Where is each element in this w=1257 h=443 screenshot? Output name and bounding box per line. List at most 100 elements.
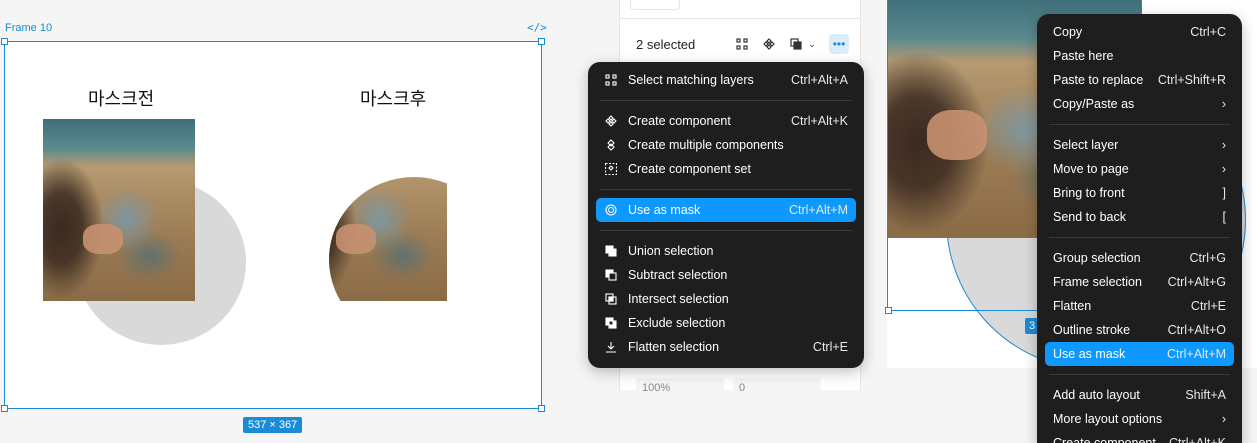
menu-item-label: Paste here (1053, 49, 1114, 63)
menu-item-label: Copy/Paste as (1053, 97, 1135, 111)
menu-separator (1049, 237, 1230, 238)
component-set-icon (604, 162, 618, 176)
menu-item-paste-to-replace[interactable]: Paste to replace Ctrl+Shift+R (1045, 68, 1234, 92)
frame-10[interactable]: 마스크전 마스크후 (4, 41, 542, 409)
menu-item-label: Select layer (1053, 138, 1119, 152)
context-menu-canvas: Copy Ctrl+C Paste here Paste to replace Ctrl… (1037, 14, 1242, 443)
menu-item-label: Bring to front (1053, 186, 1125, 200)
component-icon[interactable] (759, 34, 779, 54)
menu-item-add-auto-layout[interactable]: Add auto layout Shift+A (1045, 383, 1234, 407)
menu-item-select-layer[interactable]: Select layer › (1045, 133, 1234, 157)
menu-item-select-matching-layers[interactable]: Select matching layers Ctrl+Alt+A (596, 68, 856, 92)
menu-item-group-selection[interactable]: Group selection Ctrl+G (1045, 246, 1234, 270)
menu-item-use-as-mask[interactable]: Use as mask Ctrl+Alt+M (1045, 342, 1234, 366)
panel-top-chip[interactable] (630, 0, 680, 10)
hand-shape (336, 224, 376, 254)
menu-item-exclude-selection[interactable]: Exclude selection (596, 311, 856, 335)
menu-item-shortcut: Ctrl+Alt+K (791, 114, 848, 128)
menu-item-label: Flatten (1053, 299, 1092, 313)
menu-item-paste-here[interactable]: Paste here (1045, 44, 1234, 68)
menu-item-bring-to-front[interactable]: Bring to front] (1045, 181, 1234, 205)
menu-item-use-as-mask[interactable]: Use as mask Ctrl+Alt+M (596, 198, 856, 222)
menu-item-label: More layout options (1053, 412, 1163, 426)
menu-item-shortcut: Ctrl+G (1189, 251, 1226, 265)
menu-item-shortcut: Ctrl+C (1190, 25, 1226, 39)
frame-edge (887, 0, 888, 310)
menu-separator (600, 230, 852, 231)
menu-item-label: Outline stroke (1053, 323, 1131, 337)
resize-handle-tr[interactable] (538, 38, 545, 45)
menu-item-outline-stroke[interactable]: Outline stroke Ctrl+Alt+O (1045, 318, 1234, 342)
menu-item-shortcut: Ctrl+Alt+A (791, 73, 848, 87)
menu-item-label: Create component (1053, 436, 1156, 443)
menu-item-shortcut: Shift+A (1185, 388, 1226, 402)
opacity-field[interactable]: 100% (636, 378, 724, 398)
menu-item-label: Use as mask (628, 203, 701, 217)
menu-item-flatten[interactable]: Flatten Ctrl+E (1045, 294, 1234, 318)
menu-item-shortcut: Ctrl+Alt+O (1167, 323, 1226, 337)
chevron-right-icon: › (1221, 412, 1226, 426)
radius-field[interactable]: 0 (733, 378, 821, 398)
frame-edge (887, 310, 1037, 311)
menu-item-union-selection[interactable]: Union selection (596, 239, 856, 263)
menu-item-shortcut: [ (1222, 210, 1226, 224)
menu-item-send-to-back[interactable]: Send to back [ (1045, 205, 1234, 229)
menu-item-label: Create component (628, 114, 731, 128)
menu-item-label: Paste to replace (1053, 73, 1144, 87)
chevron-right-icon: › (1221, 138, 1226, 152)
size-badge: 537 × 367 (243, 417, 303, 433)
circle-mask (329, 177, 447, 301)
menu-separator (600, 100, 852, 101)
menu-item-shortcut: Ctrl+Alt+G (1167, 275, 1226, 289)
menu-item-label: Add auto layout (1053, 388, 1140, 402)
frame-label[interactable]: Frame 10 (5, 22, 52, 34)
caption-after-mask: 마스크후 (360, 89, 427, 110)
menu-item-label: Intersect selection (628, 292, 729, 306)
chevron-right-icon: › (1221, 162, 1226, 176)
code-icon[interactable]: </> (527, 21, 547, 34)
menu-item-shortcut: Ctrl+Alt+M (1166, 347, 1226, 361)
union-icon (604, 244, 618, 258)
menu-item-label: Create multiple components (628, 138, 784, 152)
menu-item-frame-selection[interactable]: Frame selection Ctrl+Alt+G (1045, 270, 1234, 294)
menu-item-label: Use as mask (1053, 347, 1126, 361)
resize-handle-br[interactable] (538, 405, 545, 412)
beach-photo[interactable] (43, 119, 195, 301)
resize-handle-bl[interactable] (1, 405, 8, 412)
multi-component-icon (604, 138, 618, 152)
menu-separator (1049, 124, 1230, 125)
menu-item-copy-paste-as[interactable]: Copy/Paste as › (1045, 92, 1234, 116)
menu-item-create-component-set[interactable]: Create component set (596, 157, 856, 181)
menu-item-copy[interactable]: Copy Ctrl+C (1045, 20, 1234, 44)
menu-item-create-component[interactable]: Create component Ctrl+Alt+K (1045, 431, 1234, 443)
more-options-icon[interactable]: ••• (829, 34, 849, 54)
hand-shape (927, 110, 987, 160)
menu-item-label: Flatten selection (628, 340, 720, 354)
masked-group[interactable] (329, 119, 447, 301)
chevron-down-icon[interactable]: ⌄ (806, 34, 818, 54)
menu-item-label: Copy (1053, 25, 1083, 39)
resize-handle-bl[interactable] (885, 307, 892, 314)
menu-item-subtract-selection[interactable]: Subtract selection (596, 263, 856, 287)
menu-item-shortcut: Ctrl+E (1190, 299, 1226, 313)
hand-shape (83, 224, 123, 254)
menu-item-shortcut: Ctrl+E (812, 340, 848, 354)
select-matching-icon[interactable] (732, 34, 752, 54)
menu-item-intersect-selection[interactable]: Intersect selection (596, 287, 856, 311)
menu-item-create-component[interactable]: Create component Ctrl+Alt+K (596, 109, 856, 133)
menu-item-label: Exclude selection (628, 316, 726, 330)
chevron-right-icon: › (1221, 97, 1226, 111)
menu-item-more-layout-options[interactable]: More layout options › (1045, 407, 1234, 431)
menu-separator (1049, 374, 1230, 375)
menu-item-create-multiple-components[interactable]: Create multiple components (596, 133, 856, 157)
panel-divider (620, 18, 860, 19)
resize-handle-tl[interactable] (1, 38, 8, 45)
menu-item-flatten-selection[interactable]: Flatten selection Ctrl+E (596, 335, 856, 359)
component-icon (604, 114, 618, 128)
flatten-icon (604, 340, 618, 354)
menu-separator (600, 189, 852, 190)
menu-item-move-to-page[interactable]: Move to page › (1045, 157, 1234, 181)
menu-item-label: Select matching layers (628, 73, 754, 87)
menu-item-label: Move to page (1053, 162, 1129, 176)
boolean-ops-icon[interactable] (786, 34, 806, 54)
